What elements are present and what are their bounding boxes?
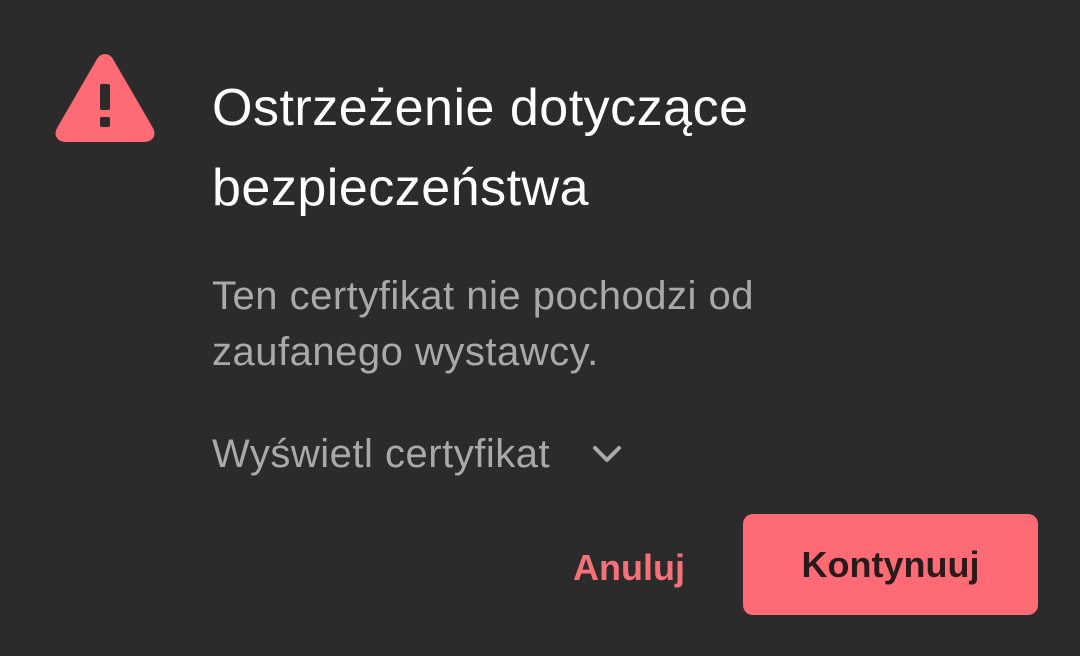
dialog-title-line2: bezpieczeństwa (212, 159, 589, 217)
warning-triangle-icon (54, 50, 156, 142)
dialog-message-line2: zaufanego wystawcy. (212, 330, 599, 374)
dialog-message: Ten certyfikat nie pochodzi od zaufanego… (212, 268, 1032, 380)
view-certificate-expander[interactable]: Wyświetl certyfikat (212, 424, 624, 484)
cancel-button[interactable]: Anuluj (558, 530, 700, 606)
view-certificate-label: Wyświetl certyfikat (212, 431, 551, 476)
dialog-message-line1: Ten certyfikat nie pochodzi od (212, 274, 754, 318)
security-warning-dialog: Ostrzeżenie dotyczące bezpieczeństwa Ten… (0, 0, 1080, 656)
dialog-title-line1: Ostrzeżenie dotyczące (212, 79, 749, 137)
continue-button[interactable]: Kontynuuj (743, 514, 1038, 615)
dialog-title: Ostrzeżenie dotyczące bezpieczeństwa (212, 68, 1032, 228)
chevron-down-icon (590, 437, 624, 471)
